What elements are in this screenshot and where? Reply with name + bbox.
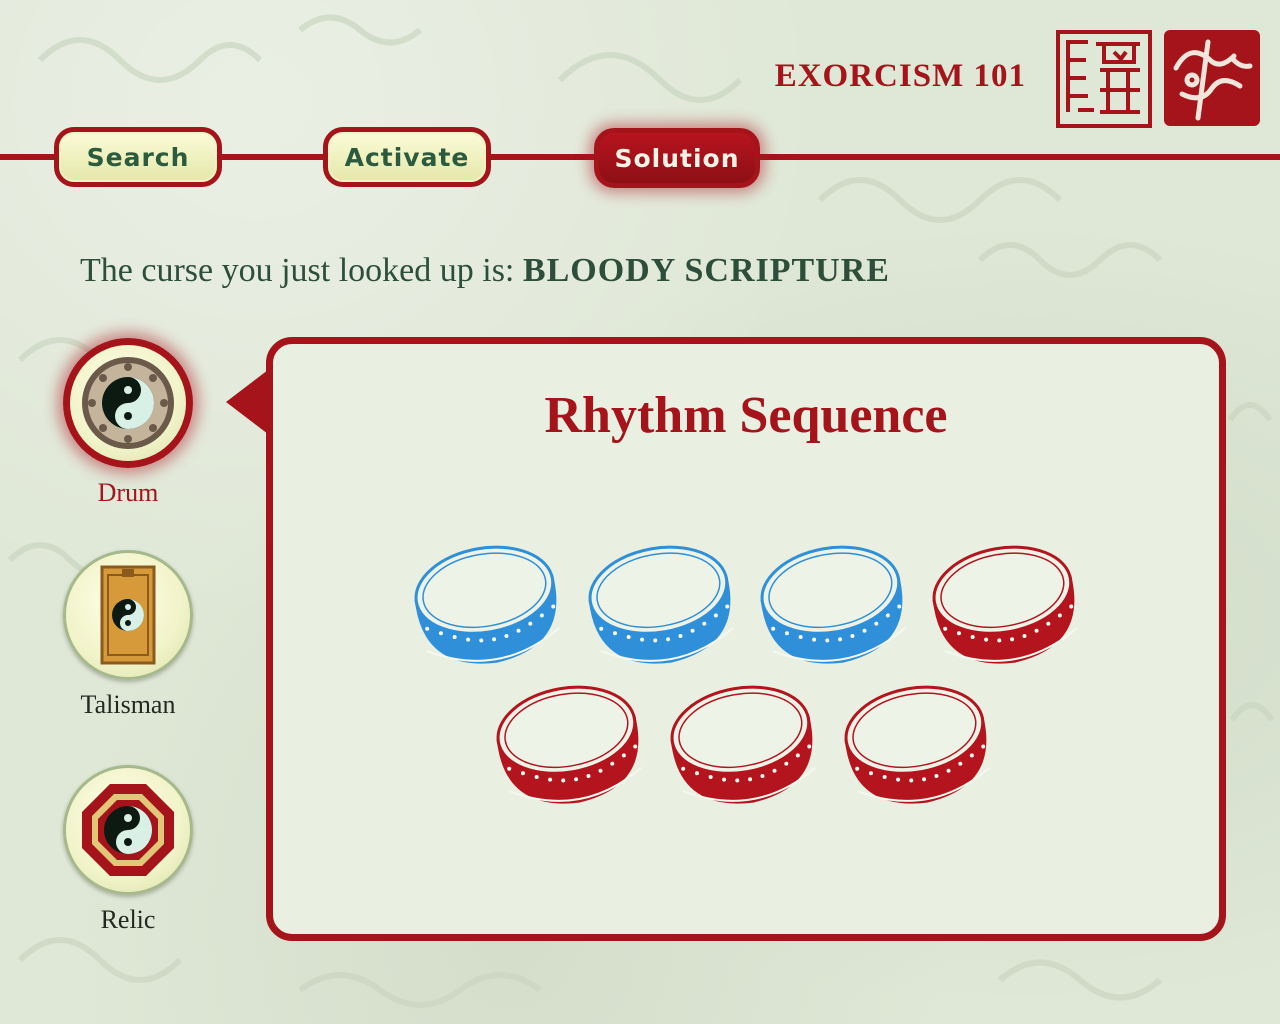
- tab-search[interactable]: Search: [54, 127, 222, 187]
- drum-icon: [82, 357, 174, 449]
- talisman-button[interactable]: [63, 550, 193, 680]
- tab-solution-label: Solution: [614, 143, 740, 173]
- drum-red-7: [844, 685, 990, 804]
- drum-blue-2: [588, 545, 734, 664]
- tiger-seal-icon: [1164, 30, 1260, 126]
- drum-blue-1: [414, 545, 560, 664]
- seal-stamp-icon: [1056, 30, 1152, 128]
- talisman-icon: [100, 565, 156, 665]
- relic-icon: [82, 784, 174, 876]
- item-relic[interactable]: Relic: [60, 765, 196, 935]
- drum-red-5: [496, 685, 642, 804]
- item-drum[interactable]: Drum: [60, 338, 196, 508]
- tab-activate[interactable]: Activate: [323, 127, 491, 187]
- curse-info: The curse you just looked up is: BLOODY …: [80, 252, 890, 290]
- relic-button[interactable]: [63, 765, 193, 895]
- drum-red-6: [670, 685, 816, 804]
- solution-panel: Rhythm Sequence: [266, 337, 1226, 941]
- drum-label: Drum: [97, 478, 159, 507]
- tab-solution[interactable]: Solution: [594, 128, 760, 188]
- curse-name: BLOODY SCRIPTURE: [522, 252, 890, 289]
- drum-red-4: [932, 545, 1078, 664]
- tab-search-label: Search: [86, 142, 190, 172]
- panel-pointer: [226, 370, 268, 434]
- tab-activate-label: Activate: [344, 142, 470, 172]
- talisman-label: Talisman: [80, 690, 176, 719]
- curse-prefix: The curse you just looked up is:: [80, 252, 515, 289]
- page-title: EXORCISM 101: [774, 58, 1026, 94]
- relic-label: Relic: [100, 905, 156, 934]
- drum-blue-3: [760, 545, 906, 664]
- drum-button[interactable]: [63, 338, 193, 468]
- item-talisman[interactable]: Talisman: [60, 550, 196, 720]
- panel-title: Rhythm Sequence: [544, 387, 948, 444]
